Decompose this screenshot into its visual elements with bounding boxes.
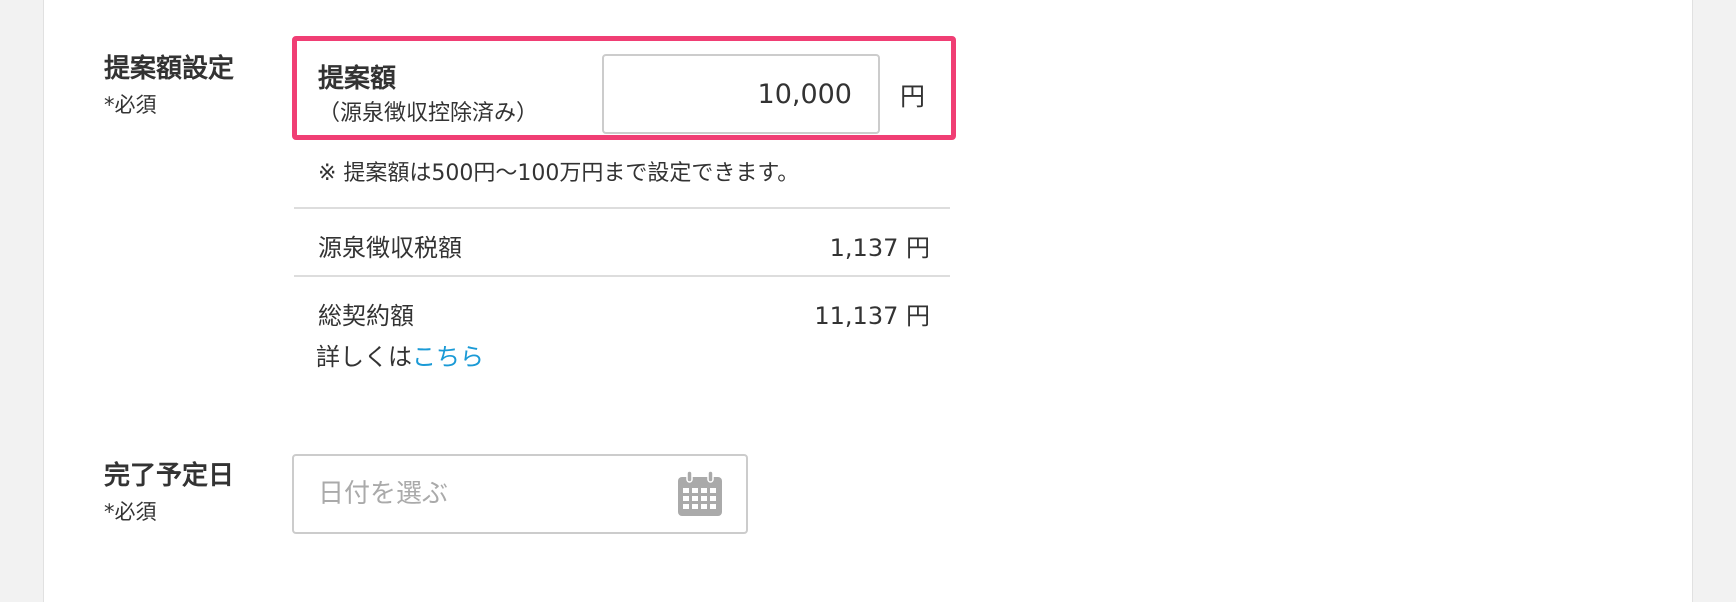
calendar-icon[interactable] [676, 470, 724, 518]
amount-label: 提案額 [318, 64, 397, 94]
amount-input[interactable] [602, 54, 880, 134]
proposal-amount-section-title: 提案額設定 [104, 54, 235, 84]
details-prefix: 詳しくは [316, 343, 412, 371]
date-picker-field[interactable] [292, 454, 748, 534]
divider [294, 275, 950, 277]
total-contract-value: 11,137 円 [814, 302, 930, 330]
date-input[interactable] [294, 456, 674, 532]
proposal-amount-required-label: *必須 [104, 93, 157, 117]
divider [294, 207, 950, 209]
details-link[interactable]: こちら [412, 343, 484, 371]
withholding-tax-value: 1,137 円 [829, 234, 930, 262]
details-text: 詳しくはこちら [316, 337, 484, 372]
amount-range-note: ※ 提案額は500円〜100万円まで設定できます。 [318, 161, 800, 186]
amount-sublabel: （源泉徴収控除済み） [318, 101, 539, 126]
completion-date-required-label: *必須 [104, 500, 157, 524]
amount-unit: 円 [900, 82, 926, 111]
withholding-tax-label: 源泉徴収税額 [318, 234, 462, 262]
total-contract-label: 総契約額 [318, 302, 414, 330]
completion-date-section-title: 完了予定日 [104, 461, 235, 491]
